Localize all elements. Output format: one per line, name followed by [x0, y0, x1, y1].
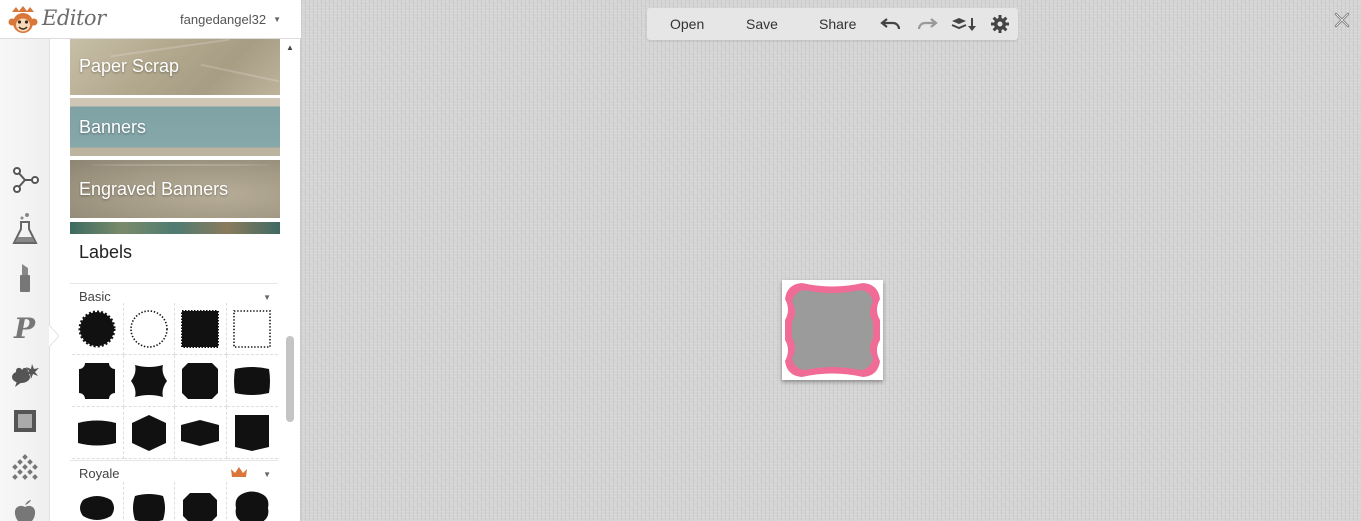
basic-labels-grid	[72, 303, 278, 459]
texture-decoration	[90, 164, 270, 166]
label-bowed-rect[interactable]	[226, 355, 278, 407]
royal-oval-shape	[80, 495, 115, 520]
crown-icon	[231, 467, 247, 477]
gear-icon	[991, 15, 1009, 33]
royal-octagon-shape	[183, 492, 218, 521]
tool-lipstick[interactable]	[8, 261, 42, 295]
label-dotted-square[interactable]	[226, 303, 278, 355]
category-paper-scrap[interactable]: Paper Scrap	[70, 39, 280, 95]
rail-active-pointer	[49, 325, 60, 347]
chamfer-tall-shape	[182, 362, 219, 399]
stamp-square-shape	[181, 309, 220, 348]
hexagon-shape	[131, 414, 166, 451]
lipstick-icon	[20, 264, 30, 292]
shield-shape	[235, 414, 270, 451]
category-preview-strip[interactable]	[70, 222, 280, 234]
royal-scallop-shape	[235, 491, 269, 521]
tool-text[interactable]: P	[8, 310, 42, 344]
app-logo-text: Editor	[42, 6, 106, 30]
undo-icon	[880, 18, 901, 30]
tool-effects[interactable]	[8, 163, 42, 197]
top-bar: Editor fangedangel32 ▼	[0, 0, 301, 39]
label-stamp-square[interactable]	[175, 303, 227, 355]
category-label: Engraved Banners	[79, 178, 229, 199]
dotted-square-shape	[233, 309, 272, 348]
svg-text:P: P	[13, 312, 36, 342]
panel-scrollbar[interactable]: ▲	[283, 39, 297, 521]
speech-bubbles-icon	[12, 364, 39, 387]
label-notched-cross[interactable]	[72, 355, 124, 407]
label-wide-hexagon[interactable]	[175, 407, 227, 459]
layers-button[interactable]	[950, 15, 978, 33]
label-hexagon[interactable]	[123, 407, 175, 459]
tool-touch-up[interactable]	[8, 212, 42, 246]
undo-button[interactable]	[880, 15, 902, 33]
label-royal-bracket[interactable]	[124, 482, 175, 521]
wide-banner-shape	[78, 420, 117, 445]
tool-overlays[interactable]	[8, 359, 42, 393]
user-menu[interactable]: fangedangel32 ▼	[180, 12, 281, 27]
layers-down-icon	[951, 18, 976, 31]
main-toolbar: Open Save Share	[647, 8, 1018, 40]
label-royal-oval[interactable]	[72, 482, 124, 521]
category-label: Paper Scrap	[79, 55, 180, 76]
texture-icon	[12, 454, 38, 480]
tool-rail: P	[0, 39, 50, 521]
section-royale-header[interactable]: Royale ▼	[70, 460, 278, 481]
section-title: Royale	[79, 466, 120, 481]
label-wide-banner[interactable]	[72, 407, 124, 459]
left-panel: Editor fangedangel32 ▼ P Paper Scrap Ban…	[0, 0, 301, 521]
wide-hexagon-shape	[181, 419, 220, 446]
section-title: Basic	[79, 289, 111, 304]
text-p-icon: P	[13, 312, 36, 342]
label-fancy-bracket[interactable]	[123, 355, 175, 407]
royal-bracket-shape	[132, 493, 165, 521]
tool-themes[interactable]	[8, 495, 42, 521]
section-basic-header[interactable]: Basic ▼	[70, 283, 278, 304]
flask-icon	[12, 213, 38, 244]
settings-button[interactable]	[989, 15, 1011, 33]
label-on-canvas[interactable]	[782, 280, 883, 380]
tool-frames[interactable]	[8, 404, 42, 438]
monkey-logo-icon[interactable]	[7, 5, 39, 35]
redo-icon	[917, 18, 938, 30]
fancy-bracket-shape	[130, 364, 167, 397]
nodes-icon	[13, 167, 39, 193]
notched-cross-shape	[79, 362, 116, 399]
texture-decoration	[200, 63, 280, 83]
scroll-up-icon[interactable]: ▲	[286, 43, 294, 52]
close-icon[interactable]	[1333, 11, 1351, 29]
category-banners[interactable]: Banners	[70, 98, 280, 156]
save-button[interactable]: Save	[746, 8, 778, 40]
category-engraved-banners[interactable]: Engraved Banners	[70, 160, 280, 218]
labels-title: Labels	[79, 242, 133, 262]
chevron-down-icon: ▼	[263, 293, 271, 302]
chevron-down-icon: ▼	[263, 470, 271, 479]
share-button[interactable]: Share	[819, 8, 856, 40]
label-royal-scallop[interactable]	[227, 482, 279, 521]
username: fangedangel32	[180, 12, 267, 27]
tool-textures[interactable]	[8, 452, 42, 486]
redo-button[interactable]	[916, 15, 938, 33]
label-scallop-circle[interactable]	[72, 303, 124, 355]
label-royal-octagon[interactable]	[175, 482, 227, 521]
chevron-down-icon: ▼	[273, 15, 281, 24]
open-button[interactable]: Open	[670, 8, 704, 40]
apple-icon	[14, 500, 36, 521]
category-label: Banners	[79, 116, 147, 137]
frame-icon	[14, 410, 36, 432]
scallop-circle-shape	[78, 310, 116, 347]
scroll-thumb[interactable]	[286, 336, 294, 422]
dotted-circle-shape	[129, 309, 168, 348]
category-content: Paper Scrap Banners Engraved Banners Lab…	[70, 39, 280, 521]
canvas-document[interactable]	[782, 280, 883, 380]
label-dotted-circle[interactable]	[123, 303, 175, 355]
label-shield[interactable]	[226, 407, 278, 459]
label-chamfer-tall[interactable]	[175, 355, 227, 407]
royale-labels-grid	[72, 482, 278, 521]
canvas-area[interactable]: Open Save Share	[301, 0, 1361, 521]
bowed-rect-shape	[234, 366, 271, 395]
